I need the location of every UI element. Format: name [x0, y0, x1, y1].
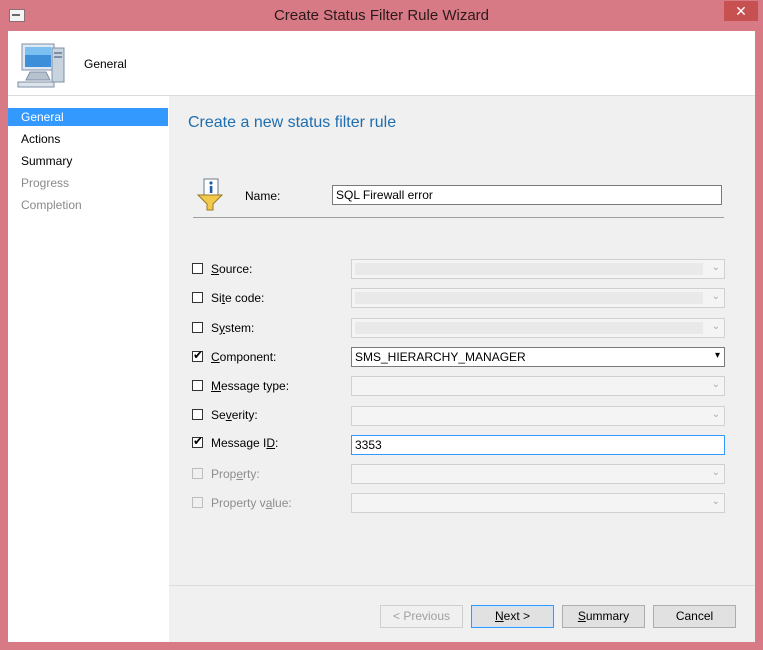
chevron-down-icon: ⌄	[711, 262, 720, 273]
chevron-down-icon: ▾	[714, 350, 720, 361]
severity-combo[interactable]: ⌄	[351, 406, 725, 426]
property-combo: ⌄	[351, 464, 725, 484]
nav-item-progress: Progress	[21, 176, 70, 190]
next-button[interactable]: Next >	[471, 605, 554, 628]
wizard-client: General General Actions Summary Progress…	[8, 31, 755, 642]
property-value-label: Property value:	[211, 496, 292, 510]
component-label: Component:	[211, 350, 277, 364]
nav-item-actions[interactable]: Actions	[8, 130, 168, 148]
chevron-down-icon: ⌄	[711, 496, 720, 507]
site-code-label: Site code:	[211, 291, 265, 305]
page-title: Create a new status filter rule	[188, 114, 397, 131]
summary-button[interactable]: Summary	[562, 605, 645, 628]
filter-info-icon	[197, 178, 223, 211]
title-bar[interactable]: Create Status Filter Rule Wizard ✕	[0, 0, 763, 31]
separator	[193, 217, 724, 218]
chevron-down-icon: ⌄	[711, 379, 720, 390]
message-id-label: Message ID:	[211, 436, 279, 450]
previous-button[interactable]: < Previous	[380, 605, 463, 628]
nav-item-completion: Completion	[21, 198, 82, 212]
close-button[interactable]: ✕	[724, 1, 758, 21]
name-label: Name:	[245, 189, 281, 203]
component-combo[interactable]: SMS_HIERARCHY_MANAGER ▾	[351, 347, 725, 367]
message-type-label: Message type:	[211, 379, 290, 393]
wizard-nav: General Actions Summary Progress Complet…	[8, 96, 169, 642]
property-label: Property:	[211, 467, 260, 481]
checkmark-icon: ✔	[193, 434, 204, 448]
wizard-window: Create Status Filter Rule Wizard ✕ Gener…	[0, 0, 763, 650]
component-checkbox[interactable]: ✔	[192, 348, 204, 362]
property-checkbox	[192, 468, 203, 479]
computer-icon	[17, 43, 65, 88]
message-id-checkbox[interactable]: ✔	[192, 434, 204, 448]
site-code-combo[interactable]: ⌄	[351, 288, 725, 308]
message-type-combo[interactable]: ⌄	[351, 376, 725, 396]
severity-checkbox[interactable]	[192, 409, 203, 420]
property-value-checkbox	[192, 497, 203, 508]
nav-item-summary[interactable]: Summary	[8, 152, 168, 170]
wizard-header: General	[8, 31, 755, 96]
source-combo[interactable]: ⌄	[351, 259, 725, 279]
cancel-button[interactable]: Cancel	[653, 605, 736, 628]
chevron-down-icon: ⌄	[711, 321, 720, 332]
source-label: Source:	[211, 262, 253, 276]
system-label: System:	[211, 321, 255, 335]
component-value: SMS_HIERARCHY_MANAGER	[355, 350, 526, 364]
severity-label: Severity:	[211, 408, 258, 422]
chevron-down-icon: ⌄	[711, 409, 720, 420]
wizard-content: Create a new status filter rule Name: So…	[169, 96, 755, 585]
site-code-checkbox[interactable]	[192, 292, 203, 303]
header-step-label: General	[84, 57, 127, 71]
checkmark-icon: ✔	[193, 348, 204, 362]
rule-name-input[interactable]	[332, 185, 722, 205]
message-type-checkbox[interactable]	[192, 380, 203, 391]
chevron-down-icon: ⌄	[711, 467, 720, 478]
system-checkbox[interactable]	[192, 322, 203, 333]
message-id-input[interactable]: 3353	[351, 435, 725, 455]
window-title: Create Status Filter Rule Wizard	[273, 7, 490, 24]
source-checkbox[interactable]	[192, 263, 203, 274]
system-combo[interactable]: ⌄	[351, 318, 725, 338]
property-value-combo: ⌄	[351, 493, 725, 513]
chevron-down-icon: ⌄	[711, 291, 720, 302]
nav-item-general[interactable]: General	[8, 108, 168, 126]
footer-separator	[169, 585, 755, 586]
